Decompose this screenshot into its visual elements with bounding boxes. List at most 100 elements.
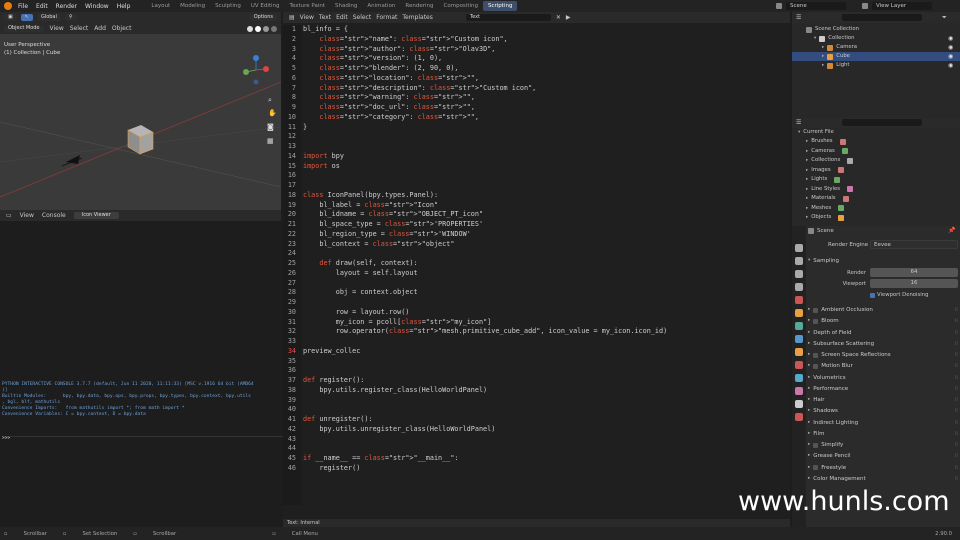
code-line[interactable]: layout = self.layout bbox=[303, 269, 418, 279]
pin-icon[interactable]: 📌 bbox=[948, 227, 955, 234]
drag-handle-icon[interactable]: ⁞⁞ bbox=[955, 305, 959, 315]
tab-rendering[interactable]: Rendering bbox=[400, 1, 438, 11]
drag-handle-icon[interactable]: ⁞⁞ bbox=[955, 474, 959, 484]
expand-icon[interactable]: ▸ bbox=[806, 175, 808, 184]
run-script-icon[interactable]: ▶ bbox=[566, 14, 571, 21]
section-volumetrics[interactable]: ▸ Volumetrics ⁞⁞ bbox=[808, 373, 958, 383]
expand-icon[interactable]: ▸ bbox=[808, 350, 810, 360]
view-layer-icon[interactable] bbox=[862, 3, 868, 9]
drag-handle-icon[interactable]: ⁞⁞ bbox=[955, 316, 959, 326]
viewport-samples-field[interactable]: 16 bbox=[870, 279, 958, 288]
checkbox-icon[interactable] bbox=[813, 442, 819, 448]
section-film[interactable]: ▸ Film ⁞⁞ bbox=[808, 429, 958, 439]
outliner-item-light[interactable]: ▸ Light bbox=[822, 61, 960, 70]
expand-icon[interactable]: ▸ bbox=[808, 463, 810, 473]
blend-item-meshes[interactable]: ▸ Meshes bbox=[806, 204, 845, 213]
editor-view-menu[interactable]: View bbox=[300, 14, 314, 21]
code-line[interactable]: def register(): bbox=[303, 376, 364, 386]
menu-edit[interactable]: Edit bbox=[36, 3, 48, 10]
tab-compositing[interactable]: Compositing bbox=[439, 1, 483, 11]
code-line[interactable]: import os bbox=[303, 162, 340, 172]
code-line[interactable]: bl_idname = class="str">"OBJECT_PT_icon" bbox=[303, 210, 483, 220]
checkbox-icon[interactable] bbox=[813, 363, 819, 369]
code-line[interactable]: } bbox=[303, 123, 307, 133]
expand-icon[interactable]: ▸ bbox=[808, 395, 810, 405]
code-line[interactable]: my_icon = pcoll[class="str">"my_icon"] bbox=[303, 318, 492, 328]
code-line[interactable]: bpy.utils.register_class(HelloWorldPanel… bbox=[303, 386, 487, 396]
section-performance[interactable]: ▸ Performance ⁞⁞ bbox=[808, 384, 958, 394]
drag-handle-icon[interactable]: ⁞⁞ bbox=[955, 395, 959, 405]
menu-file[interactable]: File bbox=[18, 3, 28, 10]
section-screen-space-reflections[interactable]: ▸ Screen Space Reflections ⁞⁞ bbox=[808, 350, 958, 360]
section-subsurface-scattering[interactable]: ▸ Subsurface Scattering ⁞⁞ bbox=[808, 339, 958, 349]
viewport-denoising-toggle[interactable]: Viewport Denoising bbox=[870, 292, 928, 298]
editor-type-icon[interactable]: ☰ bbox=[796, 14, 801, 21]
expand-icon[interactable]: ▸ bbox=[808, 440, 810, 450]
section-shadows[interactable]: ▸ Shadows ⁞⁞ bbox=[808, 406, 958, 416]
drag-handle-icon[interactable]: ⁞⁞ bbox=[955, 328, 959, 338]
expand-icon[interactable]: ▸ bbox=[806, 213, 808, 222]
editor-select-menu[interactable]: Select bbox=[353, 14, 372, 21]
text-datablock-field[interactable]: Text bbox=[465, 14, 551, 21]
code-line[interactable]: def draw(self, context): bbox=[303, 259, 417, 269]
properties-tab-icon[interactable] bbox=[795, 387, 803, 395]
editor-templates-menu[interactable]: Templates bbox=[402, 14, 433, 21]
properties-tab-icon[interactable] bbox=[795, 296, 803, 304]
render-samples-field[interactable]: 64 bbox=[870, 268, 958, 277]
console-menu[interactable]: Console bbox=[42, 212, 66, 219]
visibility-eye-icon[interactable]: ◉ bbox=[948, 53, 953, 60]
code-line[interactable]: preview_collec bbox=[303, 347, 360, 357]
render-engine-dropdown[interactable]: Eevee bbox=[870, 240, 958, 249]
code-line[interactable]: row = layout.row() bbox=[303, 308, 410, 318]
outliner-item-cube[interactable]: ▸ Cube bbox=[822, 52, 960, 61]
expand-icon[interactable]: ▸ bbox=[808, 474, 810, 484]
code-line[interactable]: class="str">"description": class="str">"… bbox=[303, 84, 536, 94]
drag-handle-icon[interactable]: ⁞⁞ bbox=[955, 361, 959, 371]
blend-item-line-styles[interactable]: ▸ Line Styles bbox=[806, 185, 854, 194]
editor-edit-menu[interactable]: Edit bbox=[336, 14, 348, 21]
expand-icon[interactable]: ▸ bbox=[806, 147, 808, 156]
drag-handle-icon[interactable]: ⁞⁞ bbox=[955, 418, 959, 428]
tab-scripting[interactable]: Scripting bbox=[483, 1, 518, 11]
code-line[interactable]: class="str">"category": class="str">"", bbox=[303, 113, 479, 123]
blend-item-images[interactable]: ▸ Images bbox=[806, 166, 844, 175]
python-console[interactable]: ▭ View Console Icon Viewer PYTHON INTERA… bbox=[0, 210, 283, 527]
section-bloom[interactable]: ▸ Bloom ⁞⁞ bbox=[808, 316, 958, 326]
editor-type-icon[interactable]: ▤ bbox=[289, 14, 295, 21]
properties-tab-icon[interactable] bbox=[795, 413, 803, 421]
tab-animation[interactable]: Animation bbox=[362, 1, 400, 11]
checkbox-icon[interactable] bbox=[813, 352, 819, 358]
section-color-management[interactable]: ▸ Color Management ⁞⁞ bbox=[808, 474, 958, 484]
blend-search-input[interactable] bbox=[842, 119, 922, 126]
outliner[interactable]: ☰ ⏷ Scene Collection ▾ Collection ▸ Camera… bbox=[792, 12, 960, 118]
scene-selector[interactable]: Scene bbox=[786, 2, 846, 10]
drag-handle-icon[interactable]: ⁞⁞ bbox=[955, 463, 959, 473]
properties-tab-icon[interactable] bbox=[795, 374, 803, 382]
expand-icon[interactable]: ▸ bbox=[808, 305, 810, 315]
drag-handle-icon[interactable]: ⁞⁞ bbox=[955, 451, 959, 461]
expand-icon[interactable]: ▸ bbox=[806, 166, 808, 175]
blend-item-collections[interactable]: ▸ Collections bbox=[806, 156, 854, 165]
properties-editor[interactable]: Scene 📌 Render Engine Eevee ▾ Sampling Re… bbox=[792, 226, 960, 527]
drag-handle-icon[interactable]: ⁞⁞ bbox=[955, 339, 959, 349]
properties-tab-icon[interactable] bbox=[795, 309, 803, 317]
blend-item-lights[interactable]: ▸ Lights bbox=[806, 175, 841, 184]
code-line[interactable]: class="str">"author": class="str">"Olav3… bbox=[303, 45, 495, 55]
tab-uv-editing[interactable]: UV Editing bbox=[246, 1, 285, 11]
expand-icon[interactable]: ▸ bbox=[808, 373, 810, 383]
drag-handle-icon[interactable]: ⁞⁞ bbox=[955, 440, 959, 450]
editor-text-menu[interactable]: Text bbox=[319, 14, 331, 21]
expand-icon[interactable]: ▸ bbox=[808, 328, 810, 338]
scene-icon[interactable] bbox=[776, 3, 782, 9]
code-line[interactable]: bl_region_type = class="str">'WINDOW' bbox=[303, 230, 470, 240]
tab-texture-paint[interactable]: Texture Paint bbox=[285, 1, 331, 11]
expand-icon[interactable]: ▸ bbox=[806, 137, 808, 146]
code-line[interactable]: bl_context = class="str">"object" bbox=[303, 240, 454, 250]
expand-icon[interactable]: ▸ bbox=[806, 156, 808, 165]
3d-viewport[interactable]: ▣ ↖ Global ⚲ Options Object Mode View Se… bbox=[0, 12, 281, 210]
tab-modeling[interactable]: Modeling bbox=[175, 1, 210, 11]
properties-tab-icon[interactable] bbox=[795, 335, 803, 343]
outliner-item-camera[interactable]: ▸ Camera bbox=[822, 43, 960, 52]
properties-tab-icon[interactable] bbox=[795, 283, 803, 291]
code-line[interactable]: row.operator(class="str">"mesh.primitive… bbox=[303, 327, 667, 337]
